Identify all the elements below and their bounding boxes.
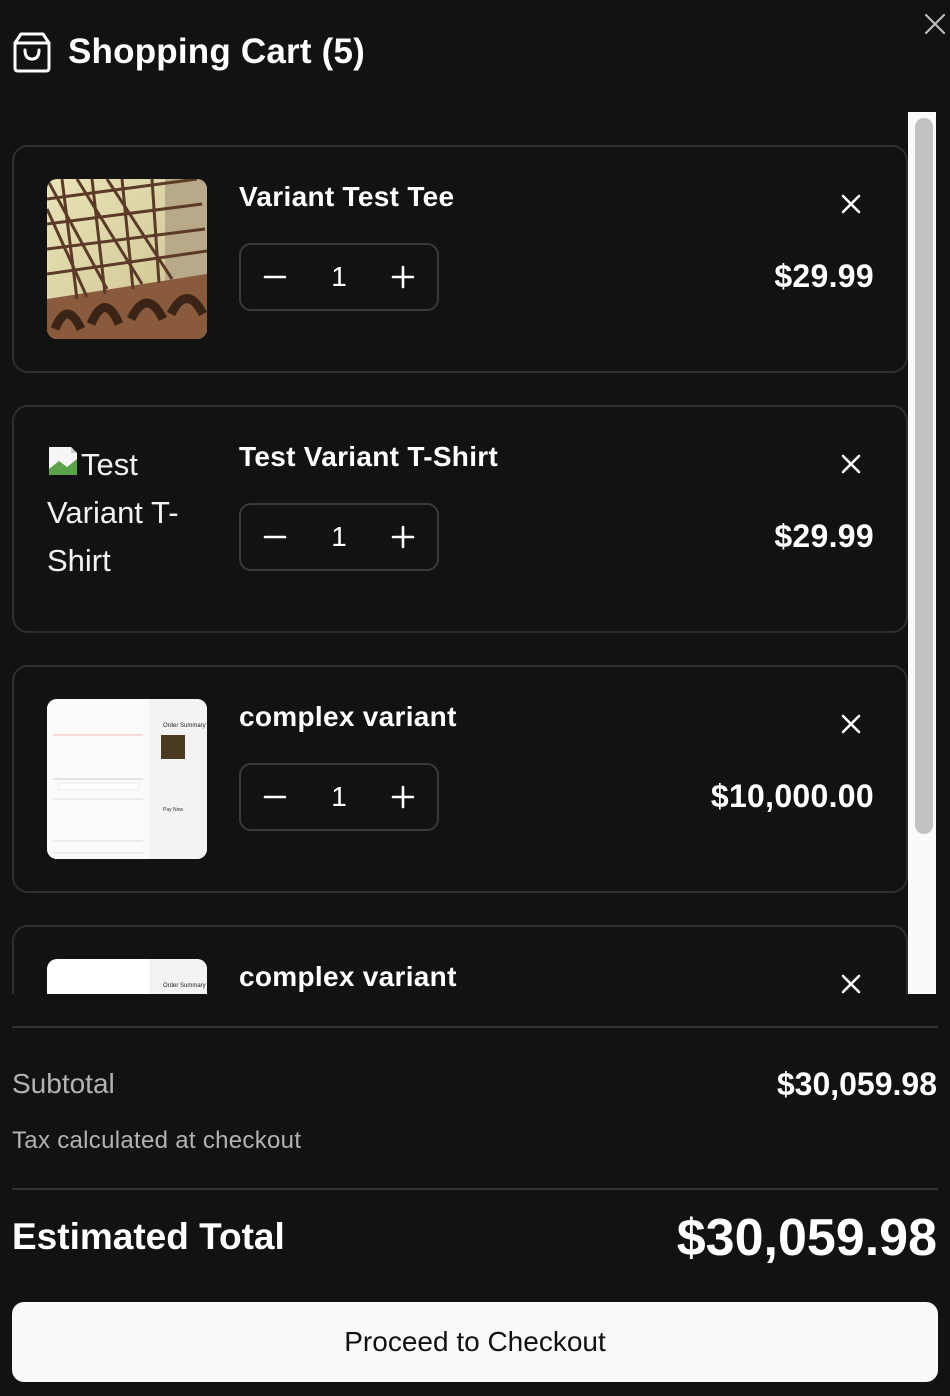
scrollbar[interactable] <box>908 112 936 994</box>
broken-image-icon <box>49 447 77 475</box>
item-price: $29.99 <box>774 258 874 294</box>
tax-note: Tax calculated at checkout <box>12 1127 302 1154</box>
decrease-quantity-button[interactable] <box>261 783 289 811</box>
product-image <box>47 179 207 339</box>
close-icon <box>841 194 861 214</box>
increase-quantity-button[interactable] <box>389 263 417 291</box>
remove-item-button[interactable] <box>838 711 864 737</box>
svg-text:Pay Now: Pay Now <box>163 807 183 813</box>
product-image-broken: Test Variant T-Shirt <box>47 447 179 578</box>
quantity-stepper: 1 <box>239 503 439 571</box>
plus-icon <box>391 525 415 549</box>
item-title: complex variant <box>239 961 457 992</box>
close-icon <box>841 714 861 734</box>
quantity-value: 1 <box>331 521 347 552</box>
quantity-stepper: 1 <box>239 763 439 831</box>
plus-icon <box>391 265 415 289</box>
cart-item: Test Variant T-Shirt Test Variant T-Shir… <box>12 405 908 633</box>
subtotal-value: $30,059.98 <box>776 1066 937 1102</box>
minus-icon <box>263 535 287 539</box>
cart-header: Shopping Cart (5) <box>12 30 365 74</box>
remove-item-button[interactable] <box>838 191 864 217</box>
decrease-quantity-button[interactable] <box>261 263 289 291</box>
svg-text:Order Summary: Order Summary <box>163 723 206 729</box>
estimated-total-label: Estimated Total <box>12 1216 285 1257</box>
item-title: Test Variant T-Shirt <box>239 441 499 472</box>
scrollbar-thumb[interactable] <box>915 118 933 834</box>
close-icon <box>841 974 861 994</box>
remove-item-button[interactable] <box>838 971 864 994</box>
quantity-value: 1 <box>331 261 347 292</box>
cart-item: Variant Test Tee 1 $29.99 <box>12 145 908 373</box>
close-drawer-button[interactable] <box>920 8 950 40</box>
increase-quantity-button[interactable] <box>389 523 417 551</box>
divider <box>12 1188 938 1190</box>
cart-items-list[interactable]: Variant Test Tee 1 $29.99 Test Variant T… <box>0 112 908 994</box>
item-price: $29.99 <box>774 518 874 554</box>
quantity-value: 1 <box>331 781 347 812</box>
item-title: Variant Test Tee <box>239 181 455 212</box>
close-icon <box>924 13 946 35</box>
plus-icon <box>391 785 415 809</box>
proceed-to-checkout-button[interactable]: Proceed to Checkout <box>12 1302 938 1382</box>
shopping-bag-icon <box>12 30 52 74</box>
close-icon <box>841 454 861 474</box>
remove-item-button[interactable] <box>838 451 864 477</box>
svg-text:Order Summary: Order Summary <box>163 983 206 989</box>
cart-title: Shopping Cart (5) <box>68 32 365 71</box>
cart-item: Order Summary Pay Now complex variant 1 … <box>12 665 908 893</box>
divider <box>12 1026 938 1028</box>
minus-icon <box>263 275 287 279</box>
product-image: Order Summary <box>47 959 207 994</box>
estimated-total-value: $30,059.98 <box>676 1209 937 1267</box>
item-price: $10,000.00 <box>710 778 874 814</box>
item-title: complex variant <box>239 701 457 732</box>
decrease-quantity-button[interactable] <box>261 523 289 551</box>
subtotal-label: Subtotal <box>12 1068 115 1099</box>
cart-item: Order Summary complex variant <box>12 925 908 994</box>
quantity-stepper: 1 <box>239 243 439 311</box>
minus-icon <box>263 795 287 799</box>
increase-quantity-button[interactable] <box>389 783 417 811</box>
product-image: Order Summary Pay Now <box>47 699 207 859</box>
